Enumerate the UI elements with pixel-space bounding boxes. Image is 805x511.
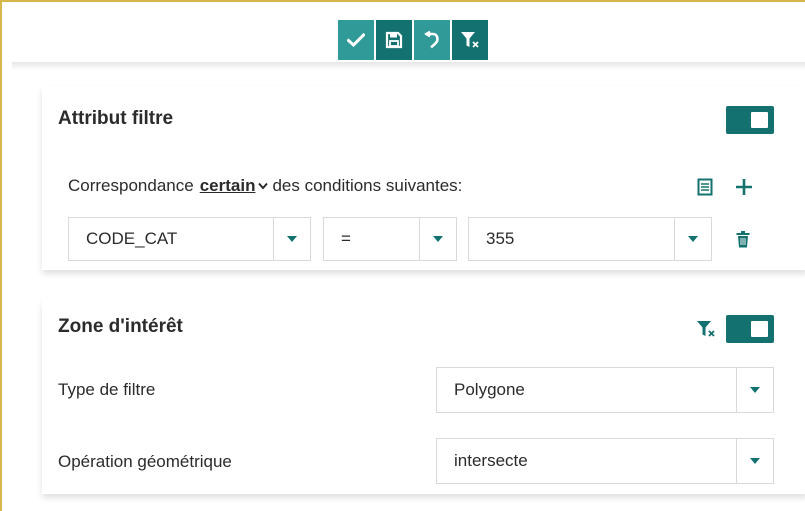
plus-icon [736, 179, 752, 195]
expression-editor-button[interactable] [694, 176, 716, 198]
condition-value: 355 [486, 229, 515, 248]
match-condition-line: Correspondance certain des conditions su… [68, 176, 462, 196]
match-mode-dropdown[interactable]: certain [200, 176, 256, 196]
attribute-filter-card: Attribut filtre Correspondance certain d… [42, 86, 805, 270]
condition-operator-value: = [341, 229, 351, 248]
chevron-down-icon[interactable] [258, 182, 269, 190]
toolbar-divider [12, 62, 805, 70]
geometric-operation-dropdown-arrow[interactable] [736, 439, 773, 483]
caret-down-icon [433, 236, 443, 242]
save-icon [385, 31, 403, 49]
delete-condition-button[interactable] [732, 228, 754, 250]
zone-of-interest-card: Zone d'intérêt Type de filtre Polygone O… [42, 300, 805, 494]
filter-type-select[interactable]: Polygone [436, 367, 774, 413]
match-suffix: des conditions suivantes: [272, 176, 463, 195]
condition-field-dropdown-arrow[interactable] [273, 218, 310, 260]
add-condition-button[interactable] [732, 175, 756, 199]
caret-down-icon [750, 458, 760, 464]
document-list-icon [697, 178, 713, 196]
toolbar [338, 20, 488, 60]
condition-field-value: CODE_CAT [86, 229, 178, 248]
attribute-filter-title: Attribut filtre [58, 108, 174, 129]
caret-down-icon [287, 236, 297, 242]
undo-button[interactable] [414, 20, 450, 60]
condition-field-select[interactable]: CODE_CAT [68, 217, 311, 261]
clear-filter-button[interactable] [452, 20, 488, 60]
check-icon [347, 33, 365, 47]
filter-type-value: Polygone [454, 380, 525, 399]
toggle-knob [751, 112, 768, 128]
toggle-knob [751, 321, 768, 337]
condition-value-select[interactable]: 355 [468, 217, 712, 261]
zone-toggle[interactable] [726, 315, 774, 343]
trash-icon [736, 230, 750, 247]
zone-clear-filter-button[interactable] [694, 317, 718, 341]
filter-type-label: Type de filtre [58, 380, 156, 399]
filter-type-dropdown-arrow[interactable] [736, 368, 773, 412]
save-button[interactable] [376, 20, 412, 60]
condition-operator-select[interactable]: = [323, 217, 457, 261]
geometric-operation-select[interactable]: intersecte [436, 438, 774, 484]
geometric-operation-label: Opération géométrique [58, 452, 232, 471]
zone-title: Zone d'intérêt [58, 316, 183, 337]
condition-operator-dropdown-arrow[interactable] [419, 218, 456, 260]
apply-button[interactable] [338, 20, 374, 60]
attribute-filter-toggle[interactable] [726, 106, 774, 134]
geometric-operation-value: intersecte [454, 451, 528, 470]
filter-panel: Attribut filtre Correspondance certain d… [0, 0, 805, 511]
undo-icon [424, 31, 439, 49]
caret-down-icon [750, 387, 760, 393]
match-prefix: Correspondance [68, 176, 194, 195]
filter-clear-icon [697, 321, 715, 337]
filter-clear-icon [461, 32, 479, 48]
caret-down-icon [688, 236, 698, 242]
condition-value-dropdown-arrow[interactable] [674, 218, 711, 260]
